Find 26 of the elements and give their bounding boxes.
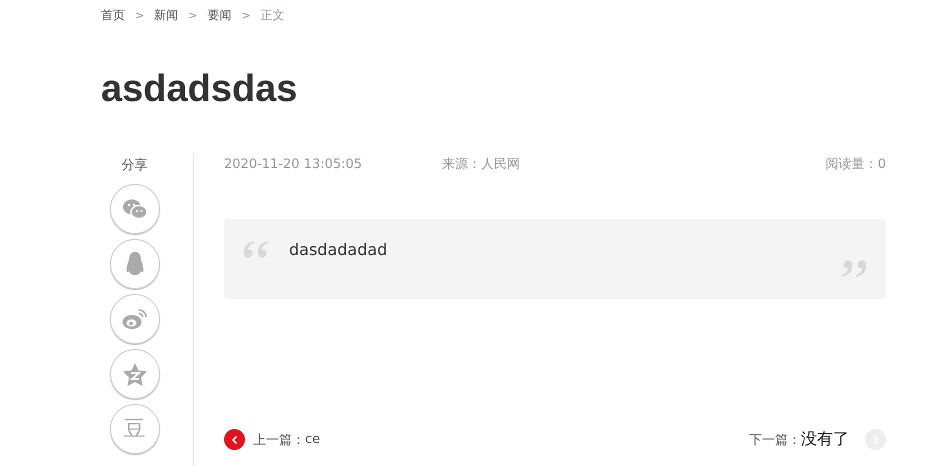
source-text: 来源：人民网	[442, 156, 520, 173]
breadcrumb-separator: >	[188, 8, 198, 22]
share-button[interactable]	[110, 239, 160, 289]
chat-bubbles-icon	[122, 198, 148, 220]
quote-text: dasdadadad	[289, 240, 388, 258]
share-button[interactable]	[110, 294, 160, 344]
breadcrumb-link[interactable]: 新闻	[154, 6, 178, 24]
breadcrumb-link[interactable]: 首页	[101, 6, 125, 24]
weibo-icon	[122, 308, 148, 330]
breadcrumb-separator: >	[241, 8, 251, 22]
publish-date: 2020-11-20 13:05:05	[224, 156, 364, 172]
breadcrumb-separator: >	[135, 8, 144, 22]
share-button[interactable]	[110, 349, 160, 399]
previous-button[interactable]	[224, 429, 245, 450]
chevron-left-icon	[230, 434, 240, 444]
view-count: 阅读量：0	[826, 156, 886, 173]
star-icon	[122, 362, 146, 386]
penguin-icon	[126, 252, 144, 276]
next-label: 下一篇：	[749, 432, 801, 448]
previous-link[interactable]: ce	[305, 432, 320, 447]
previous-label: 上一篇：	[253, 432, 305, 448]
share-label: 分享	[122, 157, 148, 174]
article-title: asdadsdas	[101, 67, 298, 112]
breadcrumb-link[interactable]: 要闻	[207, 6, 232, 24]
douban-glyph: 豆	[124, 416, 146, 444]
share-button[interactable]	[110, 184, 160, 234]
